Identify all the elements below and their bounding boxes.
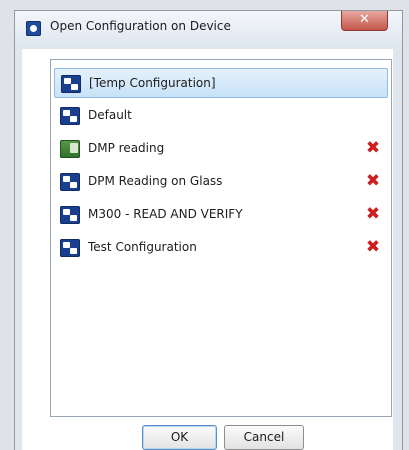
list-item-temp-configuration[interactable]: [Temp Configuration] [54, 68, 388, 98]
configuration-icon [60, 173, 80, 191]
ok-button[interactable]: OK [142, 425, 217, 450]
list-item-test-configuration[interactable]: Test Configuration ✖ [54, 233, 388, 263]
configuration-icon [61, 75, 81, 93]
delete-icon[interactable]: ✖ [364, 205, 382, 223]
configuration-icon [60, 206, 80, 224]
list-item-label: DMP reading [88, 141, 165, 155]
list-item-label: Default [88, 108, 132, 122]
list-item-dpm-reading-on-glass[interactable]: DPM Reading on Glass ✖ [54, 167, 388, 197]
list-item-default[interactable]: Default [54, 101, 388, 131]
close-button[interactable]: ✕ [341, 11, 388, 31]
list-item-label: DPM Reading on Glass [88, 174, 223, 188]
list-item-label: M300 - READ AND VERIFY [88, 207, 243, 221]
dialog-window: Open Configuration on Device ✕ [Temp Con… [14, 10, 403, 450]
cancel-button[interactable]: Cancel [224, 425, 304, 450]
list-item-dmp-reading[interactable]: DMP reading ✖ [54, 134, 388, 164]
list-item-m300-read-and-verify[interactable]: M300 - READ AND VERIFY ✖ [54, 200, 388, 230]
app-icon [26, 21, 41, 36]
delete-icon[interactable]: ✖ [364, 139, 382, 157]
image-configuration-icon [60, 140, 80, 158]
delete-icon[interactable]: ✖ [364, 172, 382, 190]
delete-icon[interactable]: ✖ [364, 238, 382, 256]
dialog-content: [Temp Configuration] Default DMP reading… [22, 49, 393, 450]
list-item-label: Test Configuration [88, 240, 197, 254]
title-bar[interactable]: Open Configuration on Device ✕ [15, 11, 402, 47]
configuration-list[interactable]: [Temp Configuration] Default DMP reading… [50, 59, 392, 417]
list-item-label: [Temp Configuration] [89, 76, 216, 90]
configuration-icon [60, 239, 80, 257]
dialog-title: Open Configuration on Device [50, 19, 231, 33]
configuration-icon [60, 107, 80, 125]
